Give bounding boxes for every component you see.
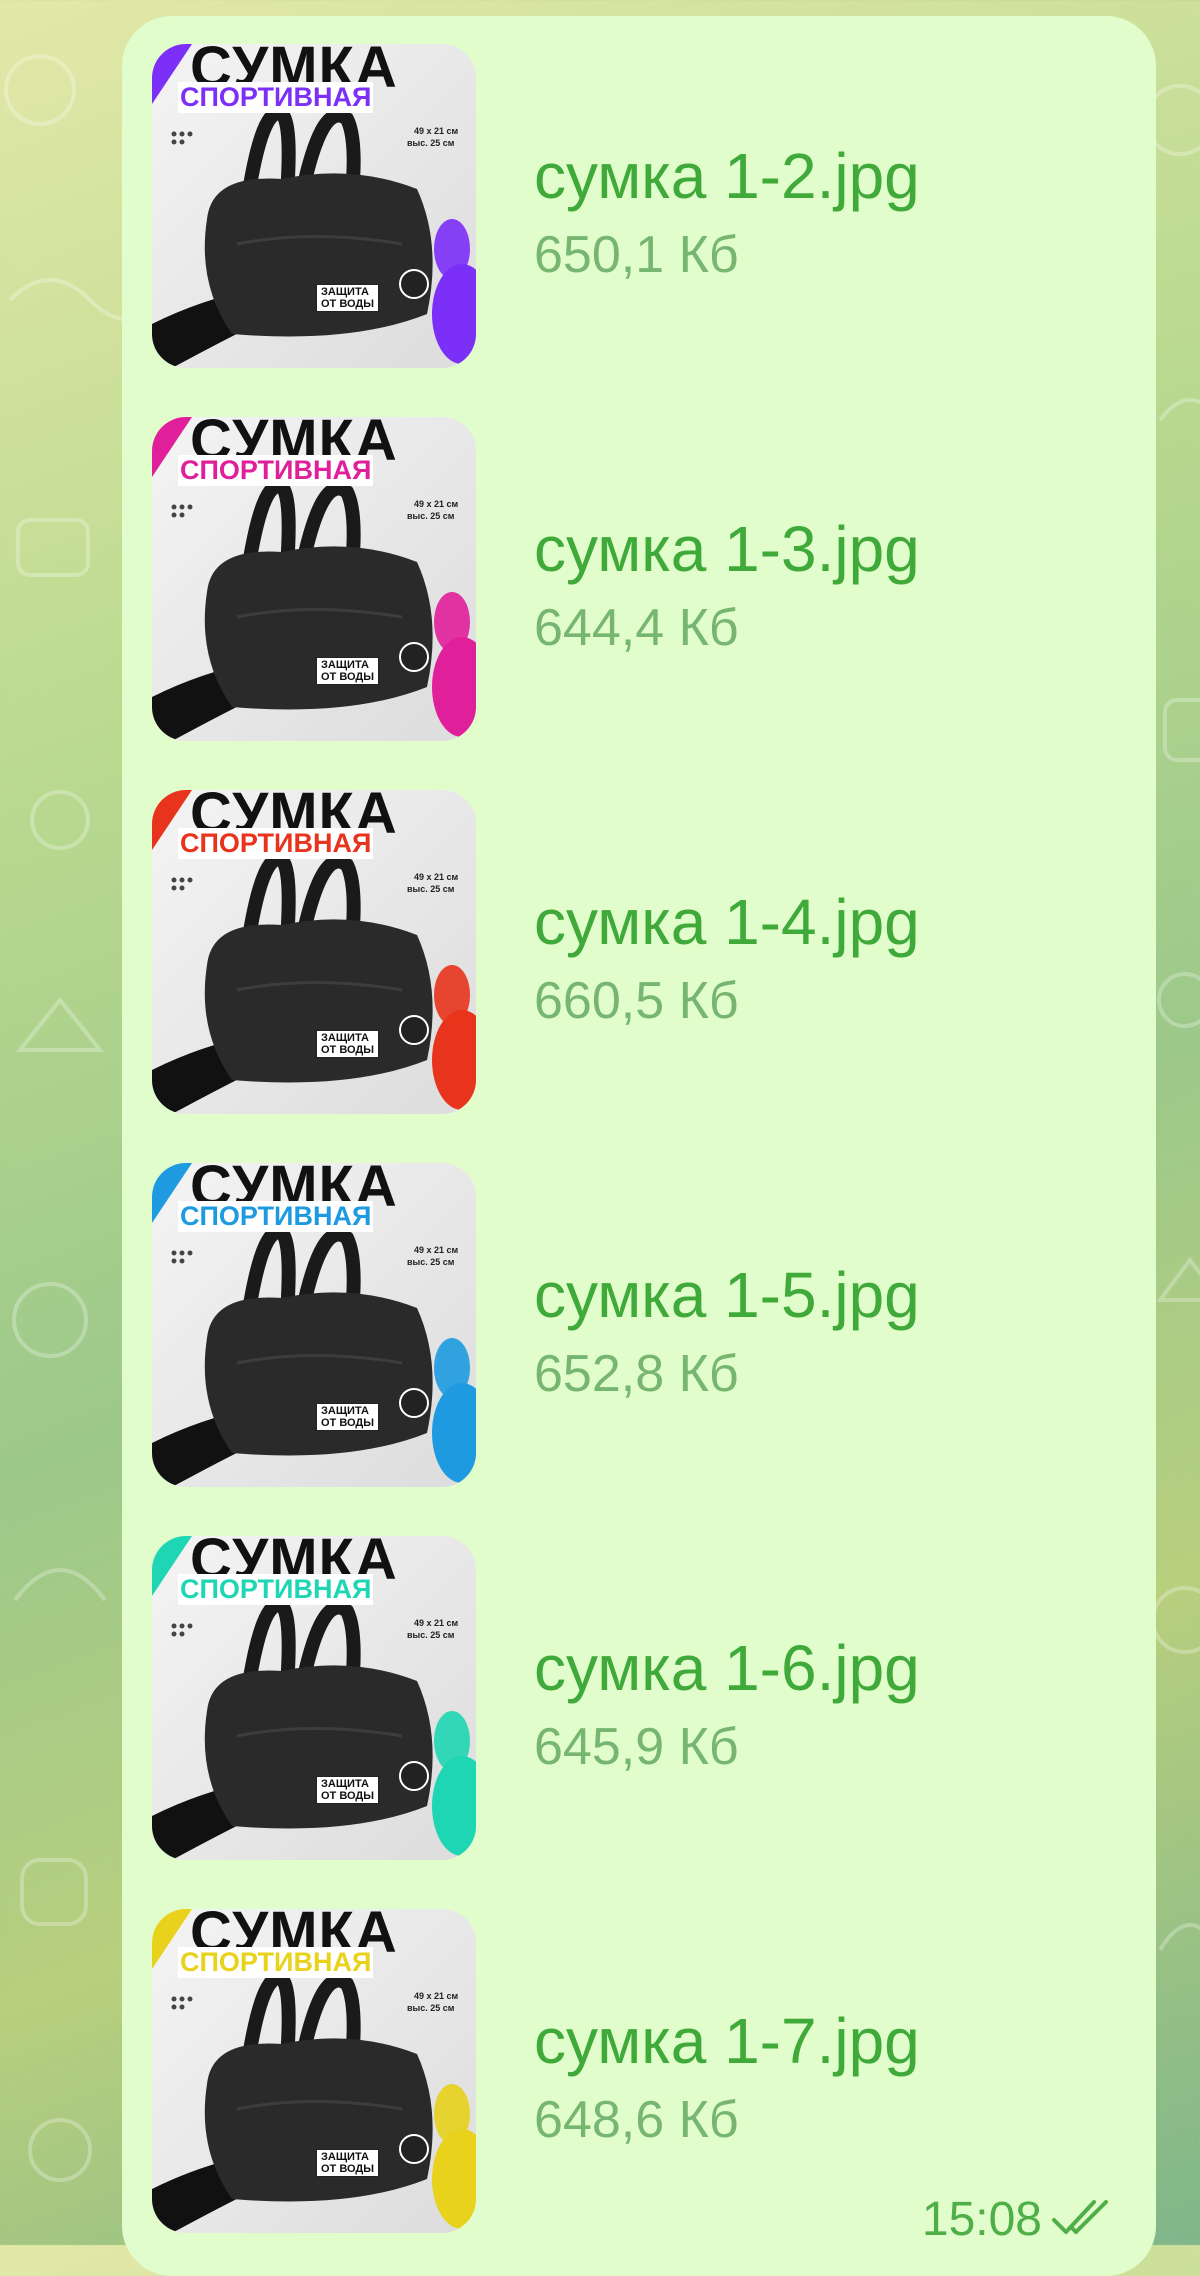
file-name[interactable]: сумка 1-6.jpg xyxy=(534,1636,920,1700)
thumb-subtitle: СПОРТИВНАЯ xyxy=(178,1947,374,1978)
double-check-icon xyxy=(1050,2198,1116,2243)
thumb-subtitle: СПОРТИВНАЯ xyxy=(178,1201,374,1232)
file-name[interactable]: сумка 1-3.jpg xyxy=(534,517,920,581)
thumb-badge-line-2: ОТ ВОДЫ xyxy=(321,671,375,684)
file-thumbnail[interactable]: СУМКА СПОРТИВНАЯ 49 x 21 см выс. 25 см З… xyxy=(152,417,476,741)
file-size: 660,5 Кб xyxy=(534,972,739,1030)
thumb-badge-line-2: ОТ ВОДЫ xyxy=(321,1044,375,1057)
thumb-dimensions: 49 x 21 см xyxy=(414,1991,459,2001)
file-name[interactable]: сумка 1-5.jpg xyxy=(534,1263,920,1327)
thumb-badge-line-1: ЗАЩИТА xyxy=(321,2151,369,2163)
thumb-badge-line-1: ЗАЩИТА xyxy=(321,1032,369,1044)
thumb-subtitle: СПОРТИВНАЯ xyxy=(178,455,374,486)
thumb-badge-line-2: ОТ ВОДЫ xyxy=(321,2163,375,2176)
thumb-height: выс. 25 см xyxy=(407,1630,455,1640)
thumb-badge-line-1: ЗАЩИТА xyxy=(321,1405,369,1417)
file-attachment[interactable]: СУМКА СПОРТИВНАЯ 49 x 21 см выс. 25 см З… xyxy=(152,1909,1132,2233)
thumb-subtitle: СПОРТИВНАЯ xyxy=(178,1574,374,1605)
file-attachment[interactable]: СУМКА СПОРТИВНАЯ 49 x 21 см выс. 25 см З… xyxy=(152,1163,1132,1487)
thumb-height: выс. 25 см xyxy=(407,884,455,894)
thumb-badge: ЗАЩИТА ОТ ВОДЫ xyxy=(316,2149,380,2178)
file-thumbnail[interactable]: СУМКА СПОРТИВНАЯ 49 x 21 см выс. 25 см З… xyxy=(152,1909,476,2233)
file-thumbnail[interactable]: СУМКА СПОРТИВНАЯ 49 x 21 см выс. 25 см З… xyxy=(152,790,476,1114)
message-bubble: СУМКА СПОРТИВНАЯ 49 x 21 см выс. 25 см З… xyxy=(122,16,1156,2276)
file-size: 652,8 Кб xyxy=(534,1345,739,1403)
file-attachment[interactable]: СУМКА СПОРТИВНАЯ 49 x 21 см выс. 25 см З… xyxy=(152,417,1132,741)
file-name[interactable]: сумка 1-4.jpg xyxy=(534,890,920,954)
thumb-badge: ЗАЩИТА ОТ ВОДЫ xyxy=(316,1030,380,1059)
thumb-badge-line-2: ОТ ВОДЫ xyxy=(321,1790,375,1803)
thumb-subtitle: СПОРТИВНАЯ xyxy=(178,828,374,859)
thumb-badge-line-1: ЗАЩИТА xyxy=(321,1778,369,1790)
file-thumbnail[interactable]: СУМКА СПОРТИВНАЯ 49 x 21 см выс. 25 см З… xyxy=(152,1536,476,1860)
thumb-height: выс. 25 см xyxy=(407,1257,455,1267)
thumb-dimensions: 49 x 21 см xyxy=(414,126,459,136)
thumb-badge: ЗАЩИТА ОТ ВОДЫ xyxy=(316,1776,380,1805)
thumb-dimensions: 49 x 21 см xyxy=(414,1618,459,1628)
thumb-badge-line-1: ЗАЩИТА xyxy=(321,286,369,298)
file-name[interactable]: сумка 1-2.jpg xyxy=(534,144,920,208)
thumb-badge: ЗАЩИТА ОТ ВОДЫ xyxy=(316,284,380,313)
file-size: 645,9 Кб xyxy=(534,1718,739,1776)
thumb-dimensions: 49 x 21 см xyxy=(414,499,459,509)
file-thumbnail[interactable]: СУМКА СПОРТИВНАЯ 49 x 21 см выс. 25 см З… xyxy=(152,1163,476,1487)
file-size: 650,1 Кб xyxy=(534,226,739,284)
message-time: 15:08 xyxy=(921,2193,1042,2246)
thumb-badge-line-2: ОТ ВОДЫ xyxy=(321,1417,375,1430)
file-size: 644,4 Кб xyxy=(534,599,739,657)
file-attachment[interactable]: СУМКА СПОРТИВНАЯ 49 x 21 см выс. 25 см З… xyxy=(152,790,1132,1114)
thumb-height: выс. 25 см xyxy=(407,138,455,148)
thumb-badge: ЗАЩИТА ОТ ВОДЫ xyxy=(316,1403,380,1432)
file-attachment[interactable]: СУМКА СПОРТИВНАЯ 49 x 21 см выс. 25 см З… xyxy=(152,44,1132,368)
thumb-badge-line-1: ЗАЩИТА xyxy=(321,659,369,671)
message-meta: 15:08 xyxy=(922,2196,1116,2244)
file-name[interactable]: сумка 1-7.jpg xyxy=(534,2009,920,2073)
thumb-subtitle: СПОРТИВНАЯ xyxy=(178,82,374,113)
file-thumbnail[interactable]: СУМКА СПОРТИВНАЯ 49 x 21 см выс. 25 см З… xyxy=(152,44,476,368)
thumb-dimensions: 49 x 21 см xyxy=(414,1245,459,1255)
thumb-height: выс. 25 см xyxy=(407,2003,455,2013)
thumb-height: выс. 25 см xyxy=(407,511,455,521)
file-size: 648,6 Кб xyxy=(534,2091,739,2149)
thumb-badge: ЗАЩИТА ОТ ВОДЫ xyxy=(316,657,380,686)
thumb-badge-line-2: ОТ ВОДЫ xyxy=(321,298,375,311)
thumb-dimensions: 49 x 21 см xyxy=(414,872,459,882)
file-attachment[interactable]: СУМКА СПОРТИВНАЯ 49 x 21 см выс. 25 см З… xyxy=(152,1536,1132,1860)
